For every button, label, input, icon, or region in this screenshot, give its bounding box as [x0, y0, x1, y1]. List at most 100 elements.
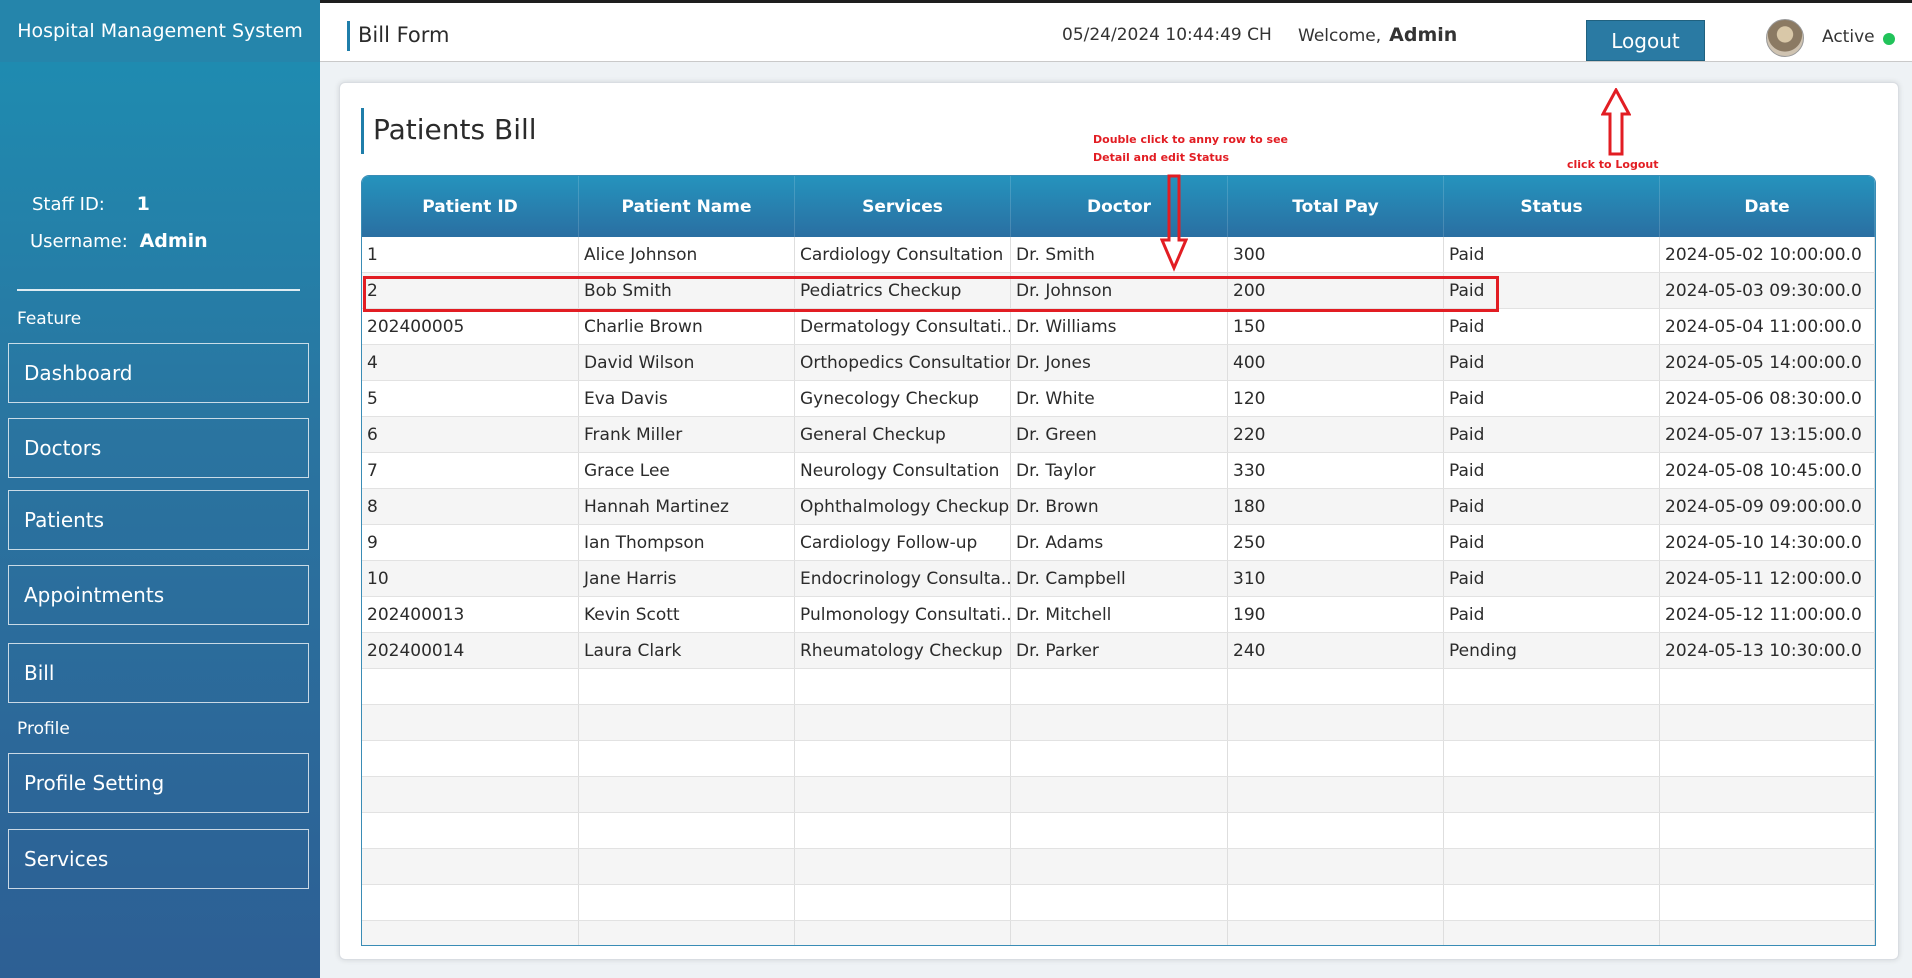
table-cell	[1444, 741, 1660, 776]
table-row[interactable]: 9 Ian Thompson Cardiology Follow-up Dr. Ada…	[362, 525, 1875, 561]
table-cell: 2024-05-08 10:45:00.0	[1660, 453, 1875, 488]
staff-id-value: 1	[136, 193, 150, 215]
table-cell: Dr. Adams	[1011, 525, 1228, 560]
table-cell: 2024-05-05 14:00:00.0	[1660, 345, 1875, 380]
table-cell: Kevin Scott	[579, 597, 795, 632]
table-cell: Dr. Taylor	[1011, 453, 1228, 488]
welcome-label: Welcome,	[1298, 26, 1382, 46]
table-cell	[1011, 669, 1228, 704]
table-cell: 202400014	[362, 633, 579, 668]
table-cell: Eva Davis	[579, 381, 795, 416]
table-row[interactable]: 5 Eva Davis Gynecology Checkup Dr. White 120…	[362, 381, 1875, 417]
table-cell	[1444, 705, 1660, 740]
table-cell	[579, 741, 795, 776]
table-cell: Frank Miller	[579, 417, 795, 452]
table-cell: Dr. Jones	[1011, 345, 1228, 380]
up-arrow-icon	[1601, 88, 1631, 156]
table-cell: Jane Harris	[579, 561, 795, 596]
table-row-empty[interactable]	[362, 669, 1875, 705]
table-row-empty[interactable]	[362, 849, 1875, 885]
logout-button[interactable]: Logout	[1586, 20, 1705, 61]
table-row[interactable]: 8 Hannah Martinez Ophthalmology Checkup Dr.…	[362, 489, 1875, 525]
table-cell	[362, 777, 579, 812]
column-header-patient-id[interactable]: Patient ID	[362, 176, 579, 237]
table-cell: 202400005	[362, 309, 579, 344]
table-cell	[1660, 741, 1875, 776]
table-cell: Endocrinology Consulta...	[795, 561, 1011, 596]
status-label: Active	[1822, 27, 1875, 47]
table-cell: 120	[1228, 381, 1444, 416]
sidebar-item-profile-setting[interactable]: Profile Setting	[8, 753, 309, 813]
column-header-services[interactable]: Services	[795, 176, 1011, 237]
table-row[interactable]: 202400013 Kevin Scott Pulmonology Consulta…	[362, 597, 1875, 633]
table-row-empty[interactable]	[362, 813, 1875, 849]
row-hint-line-2: Detail and edit Status	[1093, 151, 1230, 164]
table-cell: Laura Clark	[579, 633, 795, 668]
username-value: Admin	[139, 230, 208, 252]
welcome-user: Admin	[1389, 24, 1458, 46]
feature-section-label: Feature	[17, 309, 82, 329]
table-cell	[795, 741, 1011, 776]
table-cell: Orthopedics Consultation	[795, 345, 1011, 380]
table-cell: Ian Thompson	[579, 525, 795, 560]
table-row-empty[interactable]	[362, 885, 1875, 921]
table-row[interactable]: 10 Jane Harris Endocrinology Consulta... Dr…	[362, 561, 1875, 597]
table-cell: Dr. Smith	[1011, 237, 1228, 272]
table-cell	[362, 849, 579, 884]
table-cell	[362, 885, 579, 920]
table-row-empty[interactable]	[362, 705, 1875, 741]
table-cell	[1444, 885, 1660, 920]
staff-id-label: Staff ID:	[32, 194, 105, 215]
table-cell	[579, 669, 795, 704]
sidebar-item-patients[interactable]: Patients	[8, 490, 309, 550]
table-cell	[795, 921, 1011, 945]
table-row[interactable]: 7 Grace Lee Neurology Consultation Dr. Tayl…	[362, 453, 1875, 489]
sidebar-item-bill[interactable]: Bill	[8, 643, 309, 703]
column-header-doctor[interactable]: Doctor	[1011, 176, 1228, 237]
table-cell: 2024-05-13 10:30:00.0	[1660, 633, 1875, 668]
sidebar-item-appointments[interactable]: Appointments	[8, 565, 309, 625]
table-cell: 220	[1228, 417, 1444, 452]
table-cell: 2024-05-11 12:00:00.0	[1660, 561, 1875, 596]
table-cell: Dr. Williams	[1011, 309, 1228, 344]
sidebar-item-dashboard[interactable]: Dashboard	[8, 343, 309, 403]
table-cell: David Wilson	[579, 345, 795, 380]
table-cell: 2024-05-10 14:30:00.0	[1660, 525, 1875, 560]
table-header: Patient ID Patient Name Services Doctor …	[362, 176, 1875, 237]
table-row[interactable]: 6 Frank Miller General Checkup Dr. Green 220…	[362, 417, 1875, 453]
table-cell: Ophthalmology Checkup	[795, 489, 1011, 524]
sidebar-item-doctors[interactable]: Doctors	[8, 418, 309, 478]
profile-section-label: Profile	[17, 719, 70, 739]
table-row-empty[interactable]	[362, 741, 1875, 777]
table-cell	[579, 849, 795, 884]
table-cell: 330	[1228, 453, 1444, 488]
table-cell	[362, 705, 579, 740]
table-cell	[1011, 885, 1228, 920]
sidebar-item-services[interactable]: Services	[8, 829, 309, 889]
avatar[interactable]	[1766, 19, 1804, 57]
table-row[interactable]: 202400014 Laura Clark Rheumatology Checkup…	[362, 633, 1875, 669]
table-cell	[795, 669, 1011, 704]
title-accent	[347, 21, 350, 51]
table-row[interactable]: 202400005 Charlie Brown Dermatology Consul…	[362, 309, 1875, 345]
table-cell: Charlie Brown	[579, 309, 795, 344]
table-cell: 4	[362, 345, 579, 380]
table-cell: 8	[362, 489, 579, 524]
column-header-patient-name[interactable]: Patient Name	[579, 176, 795, 237]
table-cell	[1660, 669, 1875, 704]
table-cell	[1011, 777, 1228, 812]
table-row[interactable]: 4 David Wilson Orthopedics Consultation Dr.…	[362, 345, 1875, 381]
table-cell: Dr. Mitchell	[1011, 597, 1228, 632]
column-header-date[interactable]: Date	[1660, 176, 1875, 237]
table-cell: Paid	[1444, 561, 1660, 596]
column-header-total-pay[interactable]: Total Pay	[1228, 176, 1444, 237]
logout-hint-annotation: click to Logout	[1567, 158, 1659, 171]
table-cell: 2024-05-02 10:00:00.0	[1660, 237, 1875, 272]
table-cell: 250	[1228, 525, 1444, 560]
table-cell	[1228, 777, 1444, 812]
table-cell	[1444, 669, 1660, 704]
table-row[interactable]: 1 Alice Johnson Cardiology Consultation Dr.…	[362, 237, 1875, 273]
column-header-status[interactable]: Status	[1444, 176, 1660, 237]
table-row-empty[interactable]	[362, 921, 1875, 945]
table-row-empty[interactable]	[362, 777, 1875, 813]
